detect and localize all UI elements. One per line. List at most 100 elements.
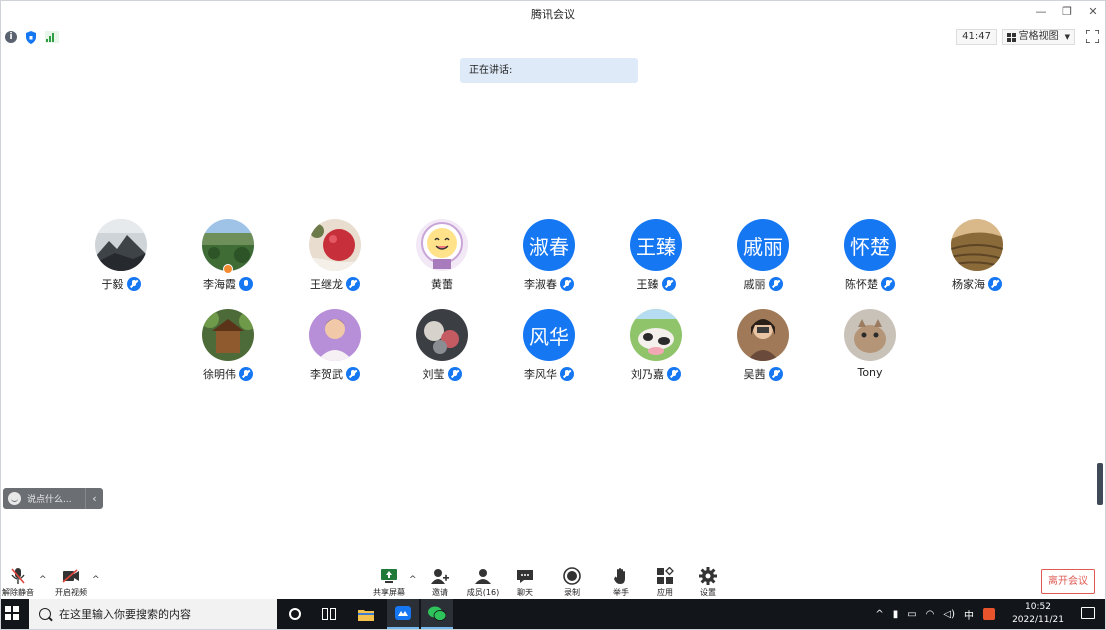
emoji-icon[interactable] (8, 492, 21, 505)
speaking-indicator: 正在讲话: (460, 58, 638, 83)
mic-muted-icon (126, 277, 141, 291)
shield-icon[interactable] (25, 30, 37, 44)
share-label: 共享屏幕 (373, 588, 405, 597)
battery-icon[interactable]: ▭ (907, 609, 916, 620)
participant-tile[interactable]: Tony (820, 309, 920, 391)
participant-tile[interactable]: 李贺武 (285, 309, 385, 391)
info-icon[interactable]: i (5, 31, 17, 43)
participant-name: Tony (857, 366, 883, 379)
chat-icon (516, 567, 534, 585)
meeting-timer: 41:47 (956, 29, 997, 45)
invite-button[interactable]: 邀请 (420, 565, 460, 598)
avatar (309, 219, 361, 271)
participant-tile[interactable]: 刘莹 (392, 309, 492, 391)
cortana-icon[interactable] (287, 599, 303, 629)
avatar: 淑春 (523, 219, 575, 271)
side-panel-handle[interactable] (1097, 463, 1103, 505)
leave-meeting-button[interactable]: 离开会议 (1041, 569, 1095, 594)
participant-tile[interactable]: 戚丽 戚丽 (713, 219, 813, 301)
participant-tile[interactable]: 于毅 (71, 219, 171, 301)
video-options-caret-icon[interactable]: ^ (92, 575, 100, 585)
apps-label: 应用 (657, 588, 673, 597)
participant-tile[interactable]: 徐明伟 (178, 309, 278, 391)
avatar: 风华 (523, 309, 575, 361)
participant-name: 王继龙 (310, 278, 343, 291)
taskbar-search[interactable]: 在这里输入你要搜索的内容 (29, 599, 277, 629)
volume-icon[interactable]: ◁) (943, 609, 955, 620)
minimize-icon[interactable]: — (1035, 5, 1047, 18)
settings-button[interactable]: 设置 (688, 565, 728, 598)
search-placeholder: 在这里输入你要搜索的内容 (59, 608, 191, 621)
participant-name: 徐明伟 (203, 368, 236, 381)
participant-tile[interactable]: 怀楚 陈怀楚 (820, 219, 920, 301)
windows-start-icon[interactable] (5, 606, 19, 620)
record-icon (563, 567, 581, 585)
members-button[interactable]: 成员(16) (463, 565, 503, 598)
participant-tile[interactable]: 风华 李风华 (499, 309, 599, 391)
participant-tile[interactable]: 杨家海 (927, 219, 1027, 301)
file-explorer-icon[interactable] (351, 599, 381, 629)
task-view-icon[interactable] (319, 599, 339, 629)
participant-tile[interactable]: 刘乃嘉 (606, 309, 706, 391)
apps-button[interactable]: 应用 (645, 565, 685, 598)
chat-placeholder: 说点什么... (27, 495, 72, 505)
mic-muted-icon (560, 277, 574, 291)
participant-tile[interactable]: 吴茜 (713, 309, 813, 391)
invite-icon (431, 567, 449, 585)
unmute-button[interactable]: 解除静音 (0, 565, 38, 598)
wechat-app-icon[interactable] (421, 599, 453, 629)
view-mode-button[interactable]: 宫格视图 ▼ (1001, 29, 1075, 45)
close-icon[interactable]: ✕ (1087, 5, 1099, 18)
participant-name: 王臻 (636, 278, 659, 291)
wifi-icon[interactable]: ◠ (926, 609, 935, 620)
participant-tile[interactable]: 王臻 王臻 (606, 219, 706, 301)
notification-center-icon[interactable] (1081, 607, 1095, 619)
participant-name: 黄蕾 (431, 278, 453, 291)
mic-muted-icon (239, 367, 253, 381)
participant-tile[interactable]: 王继龙 (285, 219, 385, 301)
signal-icon[interactable] (45, 31, 59, 43)
apps-icon (656, 567, 674, 585)
grid-view-icon (1006, 32, 1016, 42)
avatar (737, 309, 789, 361)
collapse-chat-icon[interactable]: ‹ (85, 488, 103, 509)
chat-quick-input[interactable]: 说点什么... ‹ (3, 488, 103, 509)
share-screen-button[interactable]: 共享屏幕 (369, 565, 409, 598)
invite-label: 邀请 (432, 588, 448, 597)
participant-name: 吴茜 (743, 368, 766, 381)
tencent-meeting-app-icon[interactable] (387, 599, 419, 629)
mic-muted-icon (346, 277, 360, 291)
audio-options-caret-icon[interactable]: ^ (39, 575, 47, 585)
start-video-button[interactable]: 开启视频 (51, 565, 91, 598)
mic-muted-icon (768, 277, 783, 291)
ime-indicator[interactable]: 中 (964, 607, 974, 622)
unmute-label: 解除静音 (2, 588, 34, 597)
mic-icon (239, 277, 253, 291)
restore-icon[interactable]: ❐ (1061, 5, 1073, 18)
share-options-caret-icon[interactable]: ^ (409, 575, 417, 585)
participant-tile[interactable]: 李海霞 (178, 219, 278, 301)
fullscreen-icon[interactable] (1086, 30, 1099, 43)
record-button[interactable]: 录制 (552, 565, 592, 598)
sogou-ime-icon[interactable] (983, 608, 995, 620)
chat-label: 聊天 (517, 588, 533, 597)
view-mode-label: 宫格视图 (1018, 31, 1059, 42)
window-title: 腾讯会议 (531, 8, 575, 21)
participant-tile[interactable]: 黄蕾 (392, 219, 492, 301)
participant-tile[interactable]: 淑春 李淑春 (499, 219, 599, 301)
avatar: 王臻 (630, 219, 682, 271)
search-icon (39, 608, 51, 620)
avatar: 怀楚 (844, 219, 896, 271)
avatar (844, 309, 896, 361)
participant-name: 李风华 (524, 368, 557, 381)
microphone-tray-icon[interactable]: ▮ (893, 609, 899, 620)
raise-hand-button[interactable]: 举手 (601, 565, 641, 598)
mic-muted-icon (768, 367, 783, 381)
members-icon (474, 567, 492, 585)
window-controls: — ❐ ✕ (1035, 5, 1099, 18)
host-badge-icon (223, 264, 233, 274)
clock-date: 2022/11/21 (1012, 615, 1064, 625)
chevron-up-icon[interactable]: ^ (875, 609, 883, 620)
taskbar-clock[interactable]: 10:52 2022/11/21 (1011, 601, 1065, 627)
chat-button[interactable]: 聊天 (505, 565, 545, 598)
